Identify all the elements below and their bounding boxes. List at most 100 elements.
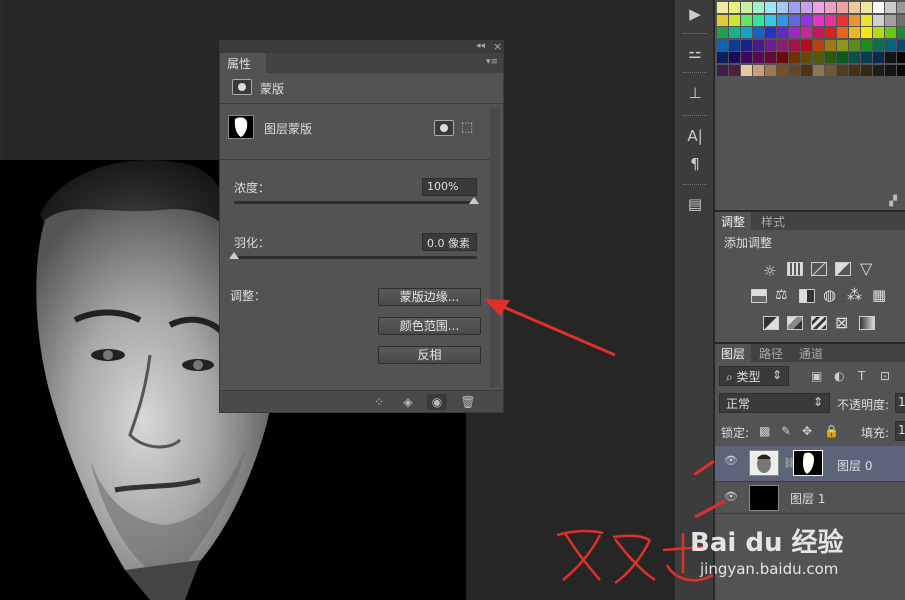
- color-swatch[interactable]: [813, 2, 824, 13]
- posterize-icon[interactable]: [787, 316, 803, 330]
- notes-icon[interactable]: ▤: [685, 195, 705, 213]
- lock-transparent-icon[interactable]: ▩: [759, 424, 770, 438]
- color-swatch[interactable]: [801, 27, 812, 38]
- brush-settings-icon[interactable]: ⚍: [685, 44, 705, 62]
- color-swatch[interactable]: [813, 52, 824, 63]
- color-swatch[interactable]: [765, 64, 776, 76]
- tab-properties[interactable]: 属性: [220, 53, 266, 73]
- trash-icon[interactable]: 🗑: [458, 394, 478, 410]
- exposure-icon[interactable]: [835, 262, 851, 276]
- color-swatch[interactable]: [801, 39, 812, 51]
- color-swatch[interactable]: [777, 27, 788, 38]
- color-swatch[interactable]: [837, 27, 848, 38]
- color-swatch[interactable]: [897, 27, 905, 38]
- color-swatch[interactable]: [753, 14, 764, 26]
- curves-icon[interactable]: [811, 262, 827, 276]
- levels-icon[interactable]: [787, 262, 803, 276]
- color-swatch[interactable]: [741, 64, 752, 76]
- layer-name[interactable]: 图层 1: [790, 490, 825, 507]
- color-swatch[interactable]: [873, 52, 884, 63]
- color-swatch[interactable]: [789, 27, 800, 38]
- color-swatch[interactable]: [801, 2, 812, 13]
- density-slider[interactable]: [234, 201, 477, 204]
- color-swatch[interactable]: [897, 64, 905, 76]
- color-swatch[interactable]: [825, 39, 836, 51]
- layer-mask-thumbnail[interactable]: [793, 450, 823, 476]
- color-swatch[interactable]: [789, 14, 800, 26]
- new-swatch-icon[interactable]: ▞: [889, 196, 897, 207]
- color-swatch[interactable]: [729, 14, 740, 26]
- tab-styles[interactable]: 样式: [755, 212, 791, 230]
- color-swatch[interactable]: [849, 14, 860, 26]
- color-swatch[interactable]: [837, 14, 848, 26]
- vector-mask-icon[interactable]: ⬚: [461, 121, 479, 137]
- invert-button[interactable]: 反相: [378, 346, 481, 364]
- channel-mixer-icon[interactable]: ⁂: [847, 286, 862, 304]
- color-swatch[interactable]: [837, 39, 848, 51]
- color-swatch[interactable]: [741, 39, 752, 51]
- color-swatch[interactable]: [717, 39, 728, 51]
- color-swatch[interactable]: [813, 64, 824, 76]
- color-balance-icon[interactable]: ⚖: [775, 287, 788, 303]
- color-swatch[interactable]: [777, 64, 788, 76]
- color-swatch[interactable]: [717, 14, 728, 26]
- color-swatch[interactable]: [813, 14, 824, 26]
- color-swatch[interactable]: [777, 39, 788, 51]
- color-swatch[interactable]: [801, 14, 812, 26]
- color-swatch[interactable]: [837, 2, 848, 13]
- vibrance-icon[interactable]: ▽: [860, 259, 872, 278]
- color-swatch[interactable]: [861, 39, 872, 51]
- layer-row-selected[interactable]: 👁 ⛓ 图层 0: [715, 446, 905, 482]
- color-swatch[interactable]: [885, 14, 896, 26]
- filter-shape-icon[interactable]: ⊡: [880, 369, 890, 383]
- filter-pixel-icon[interactable]: ▣: [811, 369, 822, 383]
- color-swatch[interactable]: [717, 52, 728, 63]
- color-swatch[interactable]: [861, 2, 872, 13]
- color-swatch[interactable]: [873, 64, 884, 76]
- color-swatch[interactable]: [861, 52, 872, 63]
- color-swatch[interactable]: [825, 14, 836, 26]
- color-swatch[interactable]: [849, 39, 860, 51]
- color-swatch[interactable]: [861, 27, 872, 38]
- color-swatch[interactable]: [885, 2, 896, 13]
- color-swatch[interactable]: [885, 52, 896, 63]
- color-range-button[interactable]: 颜色范围...: [378, 317, 481, 335]
- lock-pixels-icon[interactable]: ✎: [781, 424, 791, 438]
- paragraph-icon[interactable]: ¶: [685, 155, 705, 173]
- tab-adjustments[interactable]: 调整: [715, 212, 752, 230]
- color-lookup-icon[interactable]: ▦: [872, 286, 886, 304]
- color-swatch[interactable]: [849, 27, 860, 38]
- color-swatch[interactable]: [873, 2, 884, 13]
- visibility-icon[interactable]: 👁: [724, 455, 738, 466]
- color-swatch[interactable]: [849, 64, 860, 76]
- color-swatch[interactable]: [789, 52, 800, 63]
- panel-titlebar[interactable]: ◂◂ ×: [220, 40, 503, 53]
- layer-name[interactable]: 图层 0: [837, 457, 872, 474]
- feather-slider-handle[interactable]: [229, 252, 239, 259]
- color-swatch[interactable]: [729, 52, 740, 63]
- color-swatch[interactable]: [789, 39, 800, 51]
- visibility-icon[interactable]: ◉: [427, 394, 447, 410]
- opacity-field[interactable]: 10: [895, 393, 905, 413]
- color-swatch[interactable]: [861, 64, 872, 76]
- clone-source-icon[interactable]: ⊥: [685, 84, 705, 102]
- color-swatch[interactable]: [741, 2, 752, 13]
- layer-row[interactable]: 👁 图层 1: [715, 482, 905, 514]
- density-slider-handle[interactable]: [469, 197, 479, 204]
- density-field[interactable]: 100%: [422, 178, 477, 196]
- color-swatch[interactable]: [765, 2, 776, 13]
- character-icon[interactable]: A|: [685, 127, 705, 145]
- color-swatch[interactable]: [873, 14, 884, 26]
- color-swatch[interactable]: [777, 52, 788, 63]
- color-swatch[interactable]: [765, 39, 776, 51]
- brightness-icon[interactable]: ☼: [763, 262, 776, 280]
- color-swatch[interactable]: [741, 14, 752, 26]
- apply-mask-icon[interactable]: ◈: [398, 394, 418, 410]
- filter-type-icon[interactable]: T: [858, 369, 865, 383]
- color-swatch[interactable]: [753, 39, 764, 51]
- invert-icon[interactable]: [763, 316, 779, 330]
- color-swatch[interactable]: [741, 52, 752, 63]
- tab-paths[interactable]: 路径: [753, 344, 789, 362]
- color-swatch[interactable]: [729, 39, 740, 51]
- color-swatch[interactable]: [897, 2, 905, 13]
